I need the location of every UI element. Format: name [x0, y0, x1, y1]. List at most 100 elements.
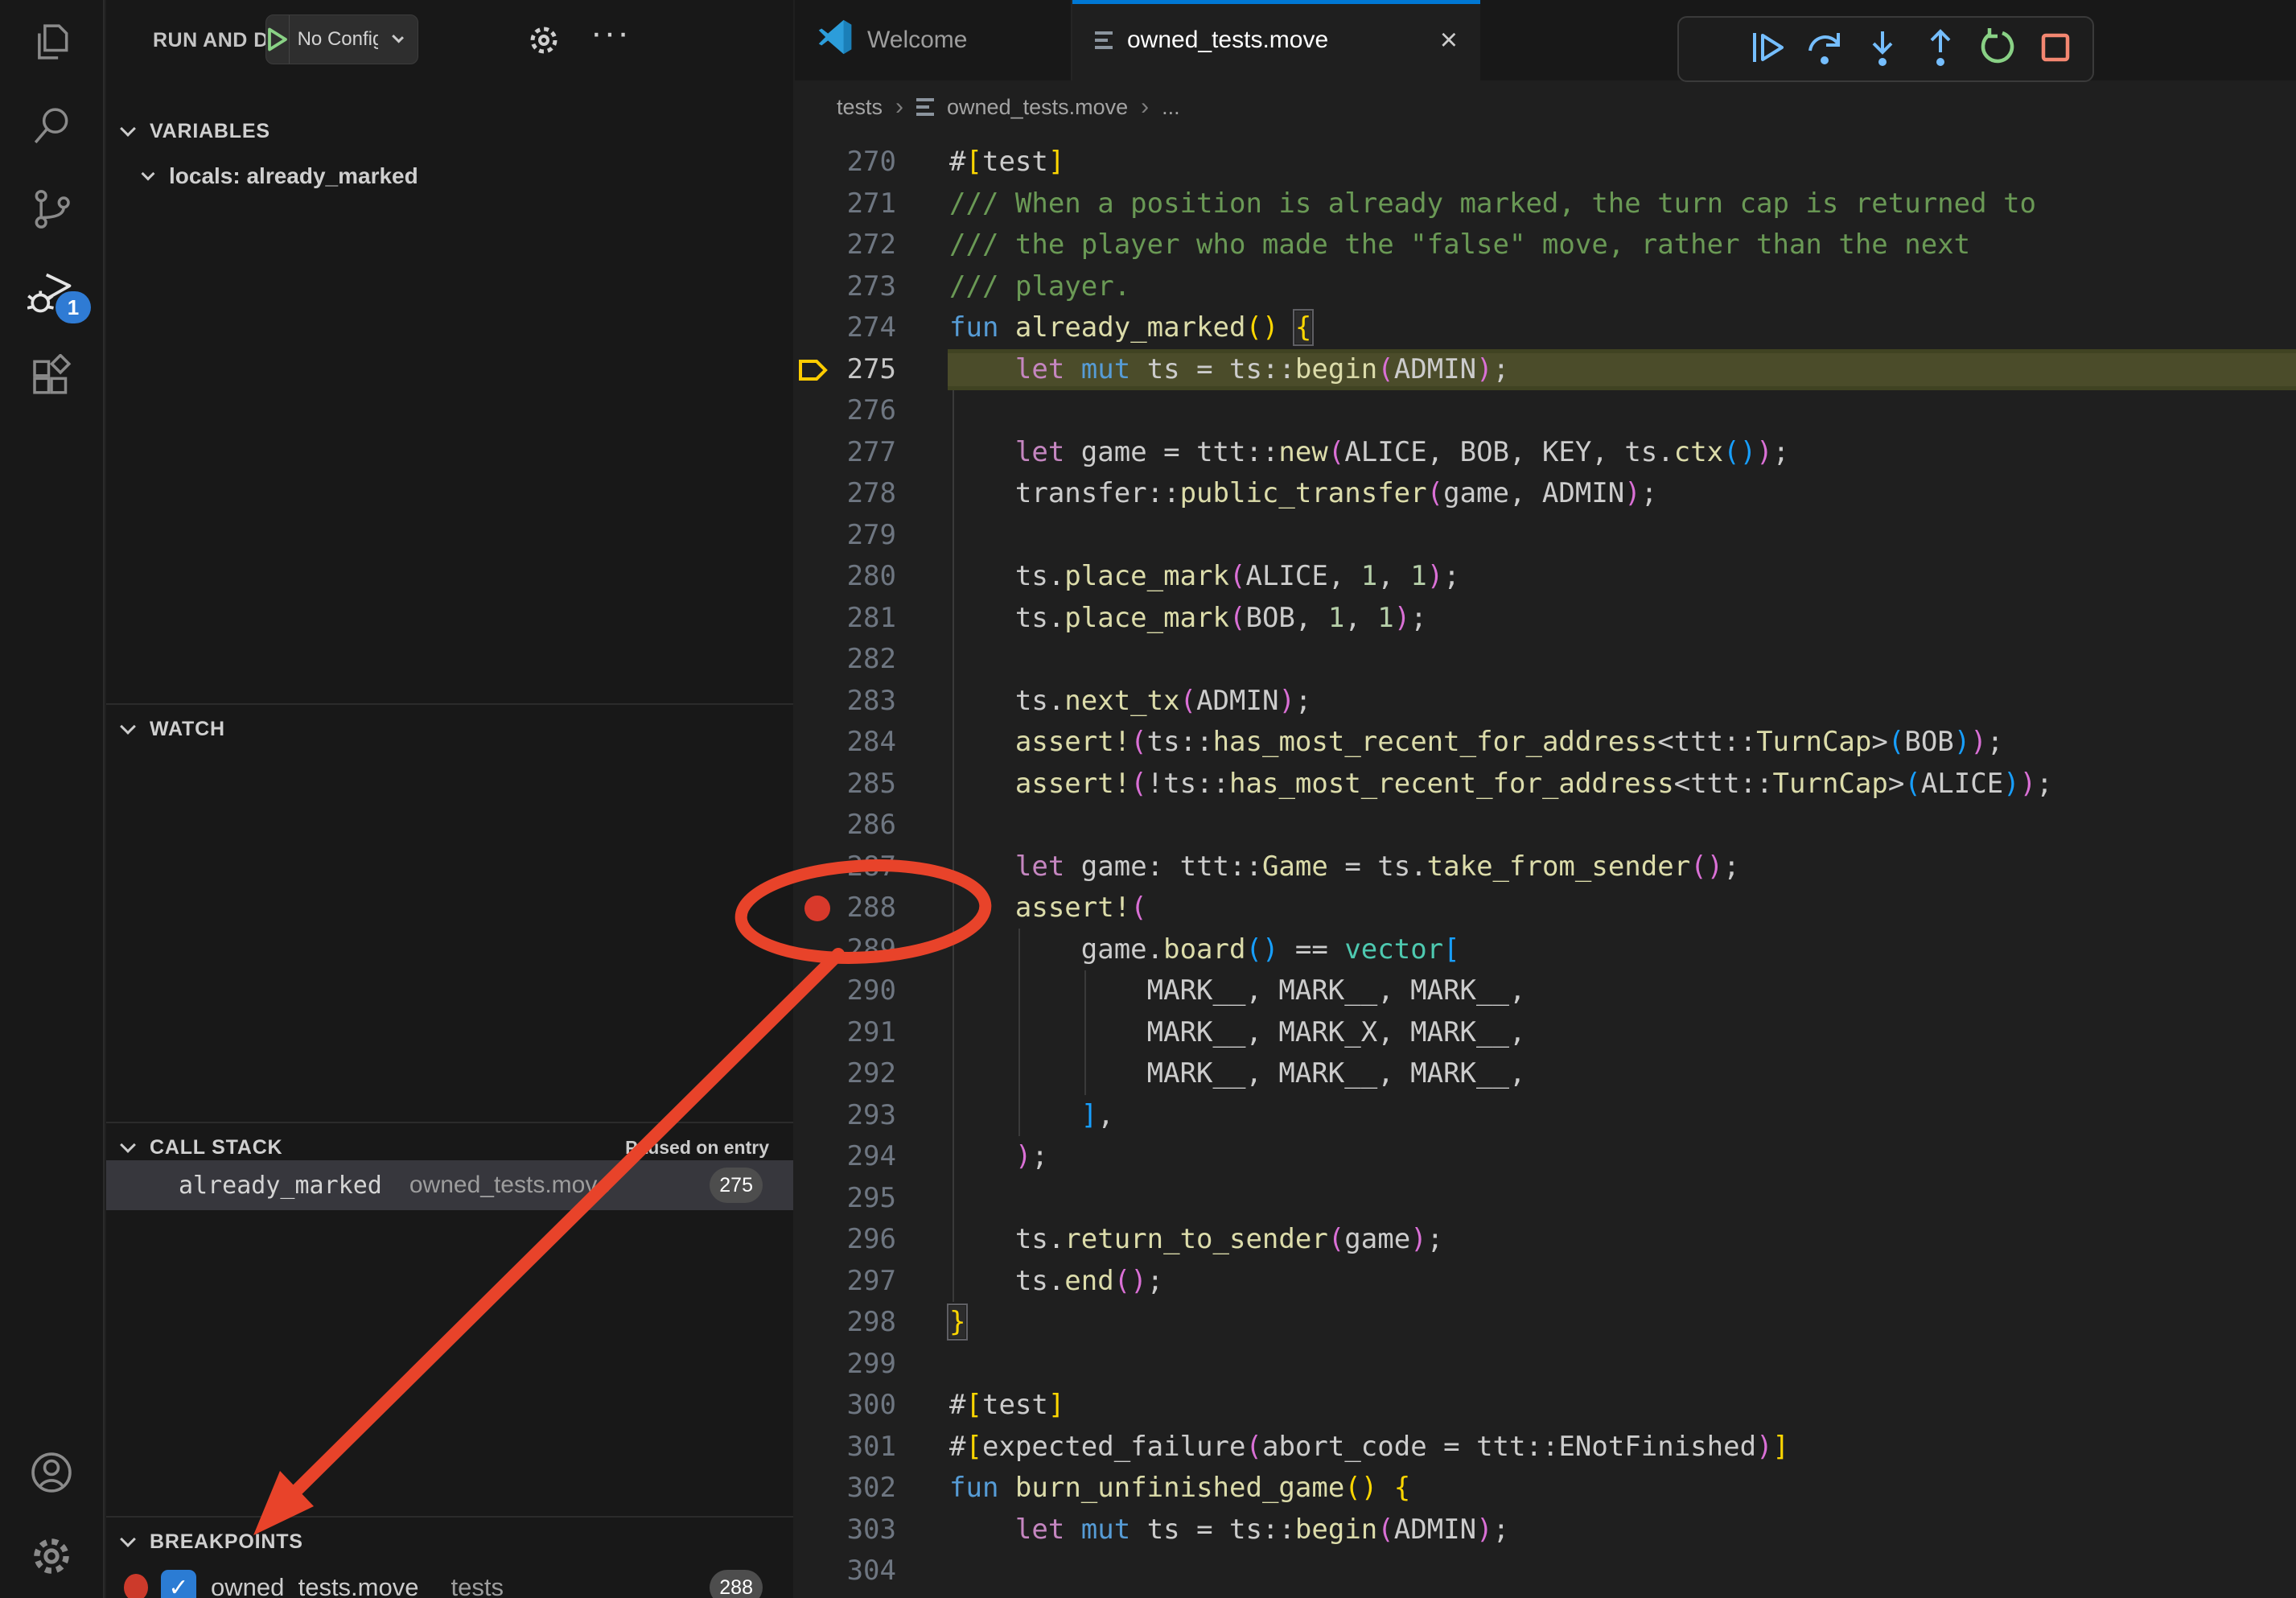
code-text[interactable]: ts.return_to_sender(game); [949, 1219, 1443, 1261]
code-text[interactable]: ts.place_mark(BOB, 1, 1); [949, 598, 1427, 640]
line-number[interactable]: 272 [795, 224, 896, 266]
line-number[interactable]: 289 [795, 929, 896, 971]
line-number[interactable]: 301 [795, 1427, 896, 1468]
divider [106, 1516, 793, 1518]
step-into-icon[interactable] [1863, 28, 1902, 71]
line-number[interactable]: 273 [795, 266, 896, 308]
line-number[interactable]: 288 [795, 888, 896, 929]
launch-settings-gear-icon[interactable] [525, 21, 563, 64]
line-number[interactable]: 274 [795, 307, 896, 349]
line-number[interactable]: 271 [795, 183, 896, 225]
code-text[interactable]: ts.place_mark(ALICE, 1, 1); [949, 556, 1460, 598]
line-number[interactable]: 291 [795, 1012, 896, 1054]
step-over-icon[interactable] [1805, 28, 1844, 71]
line-number[interactable]: 294 [795, 1136, 896, 1178]
line-number[interactable]: 290 [795, 970, 896, 1012]
line-number[interactable]: 293 [795, 1095, 896, 1137]
line-number[interactable]: 275 [795, 349, 896, 391]
locals-scope-row[interactable]: locals: already_marked [106, 154, 793, 198]
line-number[interactable]: 285 [795, 764, 896, 805]
code-text[interactable]: assert!(ts::has_most_recent_for_address<… [949, 722, 2003, 764]
code-text[interactable]: /// player. [949, 266, 1130, 308]
code-editor[interactable]: 270 #[test] 271 /// When a position is alre… [795, 134, 2296, 1598]
code-line: 270 #[test] [795, 142, 2296, 183]
code-text[interactable]: fun burn_unfinished_game() { [949, 1468, 1410, 1509]
line-number[interactable]: 283 [795, 681, 896, 723]
code-text[interactable]: } [949, 1302, 965, 1344]
line-number[interactable]: 298 [795, 1302, 896, 1344]
tab-owned-tests-move[interactable]: owned_tests.move × [1072, 0, 1480, 80]
code-text[interactable]: MARK__, MARK__, MARK__, [949, 1053, 1525, 1095]
debug-config-dropdown[interactable]: No Configura [265, 14, 418, 64]
code-text[interactable]: ); [949, 1136, 1048, 1178]
code-text[interactable]: assert!( [949, 888, 1147, 929]
code-text[interactable]: ts.next_tx(ADMIN); [949, 681, 1311, 723]
line-number[interactable]: 278 [795, 473, 896, 515]
code-text[interactable]: MARK__, MARK__, MARK__, [949, 970, 1525, 1012]
code-text[interactable]: let mut ts = ts::begin(ADMIN); [949, 349, 1509, 391]
call-stack-frame-row[interactable]: already_marked owned_tests.move 275 [106, 1160, 793, 1210]
source-control-icon[interactable] [0, 167, 104, 251]
line-number[interactable]: 277 [795, 432, 896, 474]
code-text[interactable]: let mut ts = ts::begin(ADMIN); [949, 1509, 1509, 1551]
code-text[interactable]: /// the player who made the "false" move… [949, 224, 1970, 266]
line-number[interactable]: 282 [795, 639, 896, 681]
settings-gear-icon[interactable] [0, 1514, 104, 1598]
line-number[interactable]: 276 [795, 390, 896, 432]
chevron-right-icon: › [1141, 93, 1149, 121]
search-icon[interactable] [0, 84, 104, 167]
code-text[interactable]: ], [949, 1095, 1114, 1137]
stop-icon[interactable] [2036, 28, 2075, 71]
code-text[interactable]: #[expected_failure(abort_code = ttt::ENo… [949, 1427, 1789, 1468]
continue-icon[interactable] [1748, 28, 1787, 71]
line-number[interactable]: 297 [795, 1261, 896, 1303]
line-number[interactable]: 295 [795, 1178, 896, 1220]
line-number[interactable]: 286 [795, 805, 896, 846]
code-text[interactable]: let game = ttt::new(ALICE, BOB, KEY, ts.… [949, 432, 1789, 474]
line-number[interactable]: 304 [795, 1551, 896, 1592]
line-number[interactable]: 303 [795, 1509, 896, 1551]
breakpoint-checkbox[interactable]: ✓ [161, 1570, 196, 1598]
code-text[interactable]: assert!(!ts::has_most_recent_for_address… [949, 764, 2053, 805]
code-text[interactable]: #[test] [949, 142, 1064, 183]
drag-grip-icon[interactable] [1697, 28, 1729, 71]
breakpoint-row[interactable]: ✓ owned_tests.move tests 288 [106, 1563, 793, 1598]
account-icon[interactable] [0, 1431, 104, 1514]
line-number[interactable]: 284 [795, 722, 896, 764]
line-number[interactable]: 300 [795, 1385, 896, 1427]
line-number[interactable]: 296 [795, 1219, 896, 1261]
code-text[interactable]: transfer::public_transfer(game, ADMIN); [949, 473, 1657, 515]
extensions-icon[interactable] [0, 335, 104, 418]
code-text[interactable]: /// When a position is already marked, t… [949, 183, 2036, 225]
code-text[interactable]: fun already_marked() { [949, 307, 1311, 349]
line-number[interactable]: 270 [795, 142, 896, 183]
breadcrumb-item-symbol[interactable]: ... [1162, 95, 1180, 120]
line-number[interactable]: 287 [795, 846, 896, 888]
section-breakpoints[interactable]: BREAKPOINTS [106, 1518, 793, 1565]
code-line: 273 /// player. [795, 266, 2296, 308]
code-text[interactable]: MARK__, MARK_X, MARK__, [949, 1012, 1525, 1054]
more-actions-icon[interactable]: ··· [590, 13, 631, 53]
code-text[interactable]: #[test] [949, 1385, 1064, 1427]
line-number[interactable]: 299 [795, 1344, 896, 1386]
line-number[interactable]: 292 [795, 1053, 896, 1095]
close-icon[interactable]: × [1440, 23, 1458, 58]
section-variables[interactable]: VARIABLES [106, 108, 793, 154]
breadcrumb-item-tests[interactable]: tests [837, 95, 883, 120]
code-text[interactable]: game.board() == vector[ [949, 929, 1460, 971]
line-number[interactable]: 280 [795, 556, 896, 598]
line-number[interactable]: 279 [795, 515, 896, 557]
code-text[interactable]: let game: ttt::Game = ts.take_from_sende… [949, 846, 1740, 888]
tab-welcome[interactable]: Welcome [795, 0, 1072, 80]
restart-icon[interactable] [1978, 28, 2017, 71]
run-and-debug-icon[interactable]: 1 [0, 251, 104, 335]
explorer-icon[interactable] [0, 0, 104, 84]
debug-start-icon[interactable] [266, 15, 290, 64]
step-out-icon[interactable] [1921, 28, 1960, 71]
section-watch[interactable]: WATCH [106, 706, 793, 752]
breadcrumb-item-file[interactable]: owned_tests.move [947, 95, 1128, 120]
line-number[interactable]: 302 [795, 1468, 896, 1509]
code-line: 293 ], [795, 1095, 2296, 1137]
code-text[interactable]: ts.end(); [949, 1261, 1163, 1303]
line-number[interactable]: 281 [795, 598, 896, 640]
